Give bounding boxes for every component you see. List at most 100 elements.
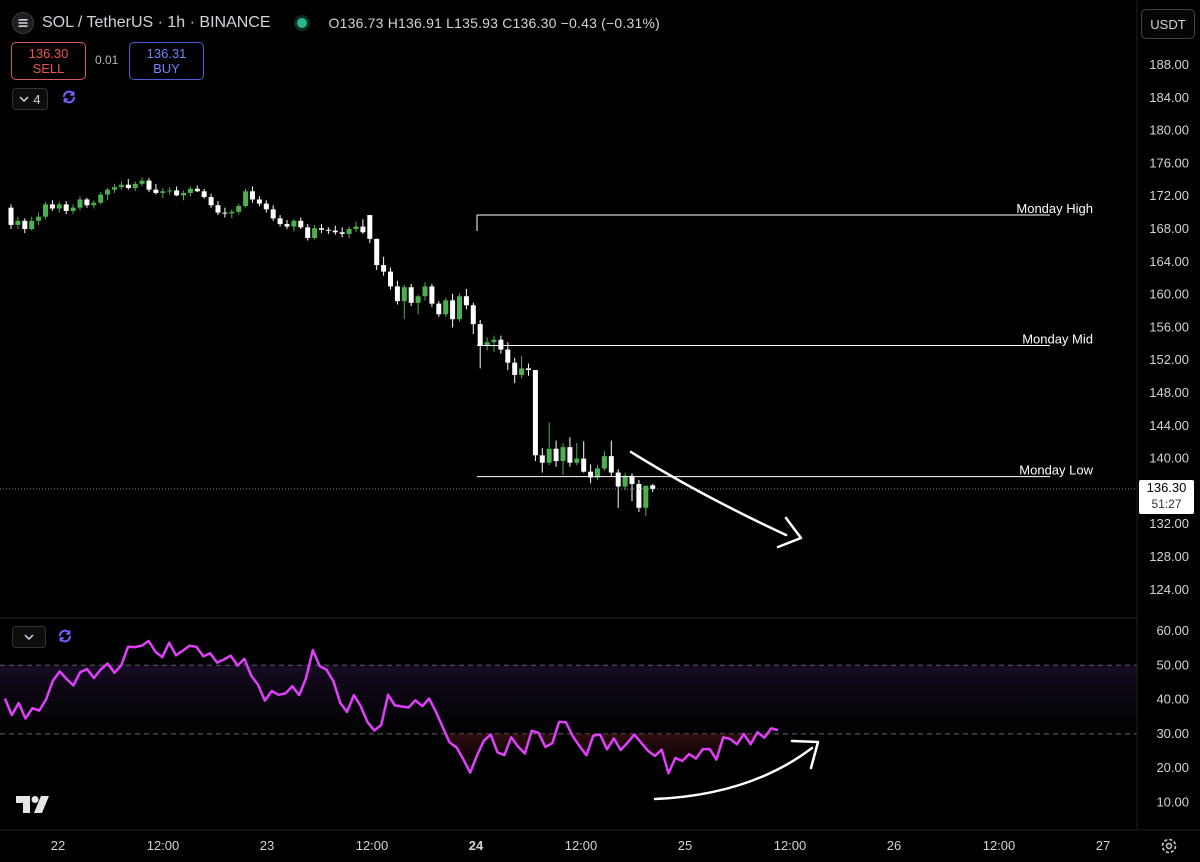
candle-body (636, 484, 642, 508)
candle-body (105, 189, 111, 195)
candle-body (457, 296, 462, 320)
candle-body (443, 300, 449, 315)
candle-body (595, 468, 600, 478)
chevron-down-icon (19, 96, 29, 102)
candle-body (415, 296, 421, 303)
time-tick-label: 26 (887, 838, 901, 853)
candle-body (112, 187, 117, 190)
price-tick-label: 124.00 (1149, 582, 1189, 597)
candle-body (298, 220, 304, 228)
candle-body (553, 448, 559, 462)
candle-body (332, 230, 338, 233)
ohlc-readout: O136.73 H136.91 L135.93 C136.30 −0.43 (−… (328, 15, 660, 31)
candle-body (319, 228, 324, 230)
candle-body (208, 197, 214, 206)
candle-body (367, 215, 373, 239)
candle-body (270, 209, 276, 219)
candle-body (622, 475, 628, 487)
price-tick-label: 148.00 (1149, 385, 1189, 400)
candle-body (463, 296, 469, 306)
candle-body (477, 324, 483, 346)
candle-body (160, 191, 166, 193)
sync-icon[interactable] (61, 89, 77, 105)
last-price-tag: 136.30 51:27 (1139, 480, 1194, 514)
candle-body (277, 218, 283, 225)
candle-body (470, 305, 476, 325)
rsi-band-fill (0, 665, 1137, 734)
candle-body (139, 180, 145, 184)
symbol-title[interactable]: SOL / TetherUS · 1h · BINANCE (42, 14, 271, 32)
candle-body (574, 458, 580, 463)
candle-body (374, 238, 380, 266)
candle-body (194, 188, 200, 192)
candle-body (181, 192, 186, 196)
candle-body (498, 339, 504, 350)
time-tick-label: 23 (260, 838, 274, 853)
time-tick-label: 25 (678, 838, 692, 853)
candle-body (118, 184, 124, 188)
candle-body (215, 205, 221, 213)
tradingview-logo (16, 796, 49, 813)
candle-body (8, 207, 14, 225)
candle-body (532, 370, 538, 456)
candle-body (408, 287, 414, 303)
candle-body (491, 339, 497, 343)
rsi-pane-toggle-button[interactable] (12, 626, 46, 648)
chart-header: SOL / TetherUS · 1h · BINANCE O136.73 H1… (12, 10, 660, 36)
candle-body (388, 271, 393, 287)
candle-body (312, 228, 318, 239)
price-tick-label: 156.00 (1149, 319, 1189, 334)
candle-body (512, 362, 518, 375)
time-tick-label: 12:00 (147, 838, 180, 853)
candle-body (146, 180, 152, 190)
monday-high-label: Monday High (1016, 201, 1093, 216)
candle-body (125, 184, 131, 188)
rsi-tick-label: 10.00 (1156, 795, 1189, 810)
candle-body (56, 204, 62, 209)
price-tick-label: 164.00 (1149, 254, 1189, 269)
price-tick-label: 180.00 (1149, 123, 1189, 138)
candle-body (91, 202, 97, 206)
time-tick-label: 12:00 (774, 838, 807, 853)
sell-button[interactable]: 136.30 SELL (11, 42, 86, 80)
price-tick-label: 188.00 (1149, 57, 1189, 72)
indicator-count: 4 (33, 91, 41, 107)
market-open-status-icon (296, 18, 307, 28)
rsi-sync-icon[interactable] (57, 628, 73, 644)
price-tick-label: 152.00 (1149, 352, 1189, 367)
time-tick-label: 12:00 (983, 838, 1016, 853)
candle-body (560, 447, 566, 462)
buy-button[interactable]: 136.31 BUY (129, 42, 204, 80)
candle-body (650, 485, 656, 489)
candle-body (284, 224, 290, 227)
sell-price: 136.30 (28, 46, 69, 61)
time-tick-label: 22 (51, 838, 65, 853)
rsi-tick-label: 60.00 (1156, 623, 1189, 638)
price-tick-label: 132.00 (1149, 516, 1189, 531)
chart-canvas[interactable]: Monday High Monday Mid Monday Low 124.00… (0, 0, 1200, 862)
candle-body (601, 456, 607, 469)
candle-body (70, 207, 76, 211)
sol-logo-icon (12, 12, 34, 34)
candle-body (22, 220, 28, 229)
time-tick-label: 12:00 (356, 838, 389, 853)
last-price-value: 136.30 (1146, 480, 1187, 495)
candle-body (325, 229, 331, 231)
candle-body (519, 368, 525, 375)
candle-body (236, 206, 242, 212)
spread-value: 0.01 (95, 53, 119, 67)
price-tick-label: 184.00 (1149, 90, 1189, 105)
candle-body (526, 368, 531, 371)
indicators-toggle-button[interactable]: 4 (12, 88, 48, 110)
currency-selector[interactable]: USDT (1141, 9, 1195, 39)
monday-mid-label: Monday Mid (1022, 331, 1093, 346)
candle-body (346, 229, 352, 234)
rsi-tick-label: 50.00 (1156, 657, 1189, 672)
candle-body (401, 287, 407, 302)
sell-label: SELL (32, 61, 65, 76)
buy-label: BUY (153, 61, 180, 76)
candle-body (256, 199, 262, 204)
monday-low-label: Monday Low (1019, 463, 1093, 478)
candle-body (222, 212, 228, 214)
price-tick-label: 144.00 (1149, 418, 1189, 433)
